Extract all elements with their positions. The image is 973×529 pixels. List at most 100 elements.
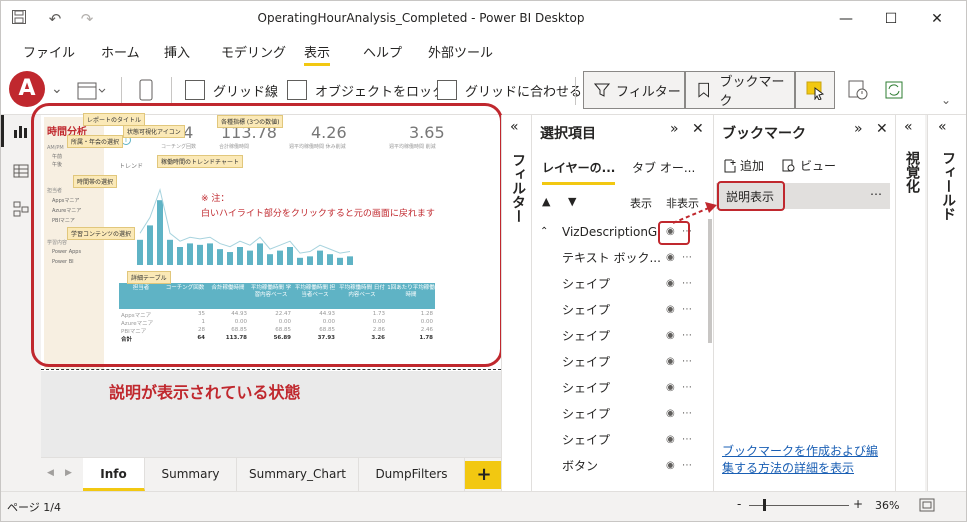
filter-pane[interactable]: « フィルター bbox=[501, 115, 531, 491]
move-up-icon[interactable]: ▲ bbox=[542, 195, 550, 208]
tab-scroll-left-icon[interactable]: ◀ bbox=[47, 468, 54, 478]
layer-item-label: シェイプ bbox=[562, 303, 611, 317]
visibility-eye-icon[interactable]: ◉ bbox=[666, 349, 675, 375]
layer-item-label: ボタン bbox=[562, 459, 599, 473]
layer-item[interactable]: シェイプ ◉ ⋯ bbox=[532, 427, 708, 453]
layer-item-label: シェイプ bbox=[562, 381, 611, 395]
add-bookmark-button[interactable]: 追加 bbox=[724, 157, 764, 174]
expand-icon[interactable]: « bbox=[510, 119, 519, 135]
menu-insert[interactable]: 挿入 bbox=[164, 42, 190, 61]
menu-help[interactable]: ヘルプ bbox=[363, 42, 402, 61]
close-icon[interactable]: ✕ bbox=[692, 121, 704, 137]
layer-item[interactable]: シェイプ ◉ ⋯ bbox=[532, 271, 708, 297]
more-icon[interactable]: ⋯ bbox=[682, 349, 692, 375]
more-icon[interactable]: ⋯ bbox=[682, 453, 692, 479]
ribbon-collapse-icon[interactable]: ⌄ bbox=[941, 93, 951, 107]
visibility-eye-icon[interactable]: ◉ bbox=[666, 271, 675, 297]
tab-scroll-right-icon[interactable]: ▶ bbox=[65, 468, 72, 478]
zoom-slider-thumb[interactable] bbox=[763, 499, 766, 511]
layer-item[interactable]: シェイプ ◉ ⋯ bbox=[532, 323, 708, 349]
filter-pane-toggle[interactable]: フィルター bbox=[583, 71, 685, 109]
visibility-eye-icon[interactable]: ◉ bbox=[666, 245, 675, 271]
tab-summary[interactable]: Summary bbox=[145, 458, 237, 491]
tab-tab-order[interactable]: タブ オー... bbox=[632, 159, 695, 176]
collapse-icon[interactable]: » bbox=[854, 121, 863, 137]
report-view-icon[interactable] bbox=[11, 123, 31, 143]
scrollbar[interactable] bbox=[708, 219, 712, 343]
visibility-eye-icon[interactable]: ◉ bbox=[666, 453, 675, 479]
minimize-button[interactable]: — bbox=[834, 7, 858, 31]
close-button[interactable]: ✕ bbox=[925, 7, 949, 31]
visibility-eye-icon[interactable]: ◉ bbox=[666, 297, 675, 323]
selection-pane-toggle[interactable] bbox=[795, 71, 835, 109]
annotation-arrow bbox=[672, 202, 717, 224]
bookmark-highlight bbox=[717, 181, 785, 211]
visibility-eye-icon[interactable]: ◉ bbox=[666, 323, 675, 349]
selection-pane: 選択項目 » ✕ レイヤーの... タブ オー... ▲ ▼ 表示 非表示 ⌃ V… bbox=[531, 115, 713, 491]
gridlines-checkbox[interactable]: グリッド線 bbox=[185, 73, 278, 107]
layer-item[interactable]: ボタン ◉ ⋯ bbox=[532, 453, 708, 479]
chevron-down-icon[interactable]: ⌄ bbox=[51, 81, 63, 97]
more-icon[interactable]: ⋯ bbox=[682, 245, 692, 271]
mobile-layout-icon[interactable] bbox=[139, 79, 153, 104]
menu-file[interactable]: ファイル bbox=[23, 42, 75, 61]
filter-pane-title: フィルター bbox=[510, 153, 526, 223]
visibility-eye-icon[interactable]: ◉ bbox=[666, 375, 675, 401]
layer-item[interactable]: シェイプ ◉ ⋯ bbox=[532, 375, 708, 401]
bookmark-pane-toggle[interactable]: ブックマーク bbox=[685, 71, 795, 109]
menu-modeling[interactable]: モデリング bbox=[221, 42, 286, 61]
fit-to-page-icon[interactable] bbox=[919, 498, 935, 515]
view-button[interactable]: ビュー bbox=[782, 157, 836, 174]
model-view-icon[interactable] bbox=[11, 201, 31, 221]
expand-icon[interactable]: « bbox=[938, 119, 947, 135]
more-icon[interactable]: ⋯ bbox=[682, 401, 692, 427]
menu-home[interactable]: ホーム bbox=[101, 42, 140, 61]
restore-button[interactable]: ☐ bbox=[879, 7, 903, 31]
lock-objects-checkbox[interactable]: オブジェクトをロック bbox=[287, 73, 445, 107]
sync-slicers-icon[interactable] bbox=[883, 79, 905, 104]
chevron-up-icon[interactable]: ⌃ bbox=[540, 219, 548, 245]
snap-to-grid-checkbox[interactable]: グリッドに合わせる bbox=[437, 73, 582, 107]
zoom-in-button[interactable]: + bbox=[853, 497, 863, 511]
show-all-button[interactable]: 表示 bbox=[630, 195, 652, 211]
filter-icon bbox=[594, 83, 610, 97]
layer-item[interactable]: シェイプ ◉ ⋯ bbox=[532, 401, 708, 427]
tab-layer-order[interactable]: レイヤーの... bbox=[542, 159, 616, 185]
add-page-button[interactable]: + bbox=[465, 461, 503, 489]
bookmark-label: ブックマーク bbox=[719, 75, 785, 109]
tab-dumpfilters[interactable]: DumpFilters bbox=[359, 458, 465, 491]
more-icon[interactable]: ⋯ bbox=[682, 323, 692, 349]
visibility-eye-icon[interactable]: ◉ bbox=[666, 401, 675, 427]
layer-item[interactable]: シェイプ ◉ ⋯ bbox=[532, 297, 708, 323]
visualizations-pane[interactable]: « 視覚化 bbox=[895, 115, 925, 491]
move-down-icon[interactable]: ▼ bbox=[568, 195, 576, 208]
filter-label: フィルター bbox=[616, 84, 681, 100]
collapse-icon[interactable]: » bbox=[670, 121, 679, 137]
page-indicator: ページ 1/4 bbox=[7, 501, 61, 514]
zoom-out-button[interactable]: - bbox=[737, 497, 741, 511]
bookmark-help-link[interactable]: ブックマークを作成および編集する方法の詳細を表示 bbox=[722, 443, 886, 477]
more-icon[interactable]: ⋯ bbox=[870, 187, 882, 201]
tab-summary-chart[interactable]: Summary_Chart bbox=[237, 458, 359, 491]
layer-item-label: シェイプ bbox=[562, 433, 611, 447]
more-icon[interactable]: ⋯ bbox=[682, 427, 692, 453]
layer-item[interactable]: テキスト ボック... ◉ ⋯ bbox=[532, 245, 708, 271]
view-label: ビュー bbox=[800, 159, 837, 173]
tab-info[interactable]: Info bbox=[83, 458, 145, 491]
visibility-eye-icon[interactable]: ◉ bbox=[666, 427, 675, 453]
lock-objects-label: オブジェクトをロック bbox=[315, 84, 446, 100]
more-icon[interactable]: ⋯ bbox=[682, 375, 692, 401]
menu-external-tools[interactable]: 外部ツール bbox=[428, 42, 493, 61]
performance-analyzer-icon[interactable] bbox=[847, 79, 869, 104]
fields-pane-title: フィールド bbox=[940, 151, 956, 221]
more-icon[interactable]: ⋯ bbox=[682, 297, 692, 323]
data-view-icon[interactable] bbox=[11, 163, 31, 183]
fields-pane[interactable]: « フィールド bbox=[927, 115, 966, 491]
page-view-icon[interactable] bbox=[77, 79, 107, 104]
layer-item-label: シェイプ bbox=[562, 329, 611, 343]
more-icon[interactable]: ⋯ bbox=[682, 271, 692, 297]
menu-view[interactable]: 表示 bbox=[304, 42, 331, 66]
expand-icon[interactable]: « bbox=[904, 119, 913, 135]
layer-item[interactable]: シェイプ ◉ ⋯ bbox=[532, 349, 708, 375]
close-icon[interactable]: ✕ bbox=[876, 121, 888, 137]
